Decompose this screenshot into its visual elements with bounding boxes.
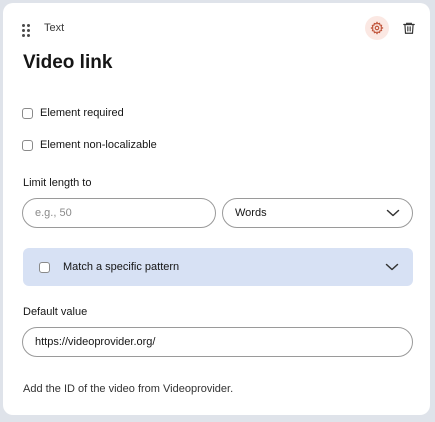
limit-unit-value: Words — [235, 207, 267, 219]
element-required-checkbox[interactable] — [22, 107, 33, 119]
drag-handle-icon[interactable] — [22, 24, 32, 38]
element-nonlocalizable-checkbox-row[interactable]: Element non-localizable — [22, 139, 157, 151]
element-required-label: Element required — [40, 107, 124, 119]
element-title: Video link — [23, 52, 113, 73]
element-nonlocalizable-checkbox[interactable] — [22, 139, 33, 151]
default-value-label: Default value — [23, 306, 88, 318]
match-pattern-checkbox[interactable] — [39, 261, 50, 273]
default-value-input[interactable] — [22, 327, 413, 357]
trash-icon — [403, 22, 415, 34]
help-text: Add the ID of the video from Videoprovid… — [23, 383, 234, 395]
gear-icon — [370, 21, 384, 35]
delete-button[interactable] — [397, 16, 421, 40]
chevron-down-icon[interactable] — [385, 263, 399, 271]
settings-button[interactable] — [365, 16, 389, 40]
content-element-card: Text Video link Element required Element… — [3, 3, 430, 415]
limit-unit-select[interactable]: Words — [222, 198, 413, 228]
limit-length-input[interactable] — [22, 198, 216, 228]
element-type-label: Text — [44, 22, 65, 34]
limit-length-label: Limit length to — [23, 177, 92, 189]
match-pattern-row[interactable]: Match a specific pattern — [23, 248, 413, 286]
chevron-down-icon — [386, 209, 400, 217]
element-required-checkbox-row[interactable]: Element required — [22, 107, 124, 119]
element-nonlocalizable-label: Element non-localizable — [40, 139, 157, 151]
match-pattern-label: Match a specific pattern — [63, 261, 180, 273]
